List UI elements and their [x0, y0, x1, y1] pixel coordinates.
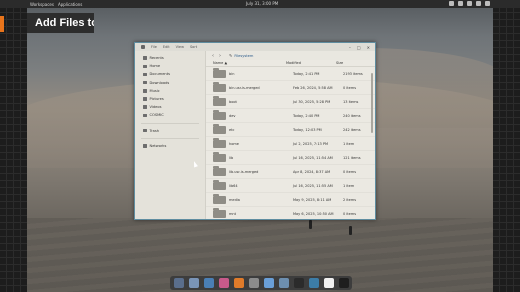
menu-sort[interactable]: Sort — [190, 45, 197, 49]
folder-icon — [213, 194, 226, 204]
table-row[interactable]: boot Jul 30, 2025, 5:28 PM 13 items — [206, 95, 375, 109]
text-editor-icon[interactable] — [279, 278, 289, 288]
battery-icon[interactable] — [476, 1, 481, 6]
sidebar-item-networks[interactable]: Networks — [135, 142, 205, 150]
breadcrumb-filesystem[interactable]: Filesystem — [234, 54, 253, 58]
path-bar: ‹ › ✎ Filesystem — [206, 51, 375, 60]
sidebar-item-downloads[interactable]: Downloads — [135, 79, 205, 87]
column-modified-header[interactable]: Modified — [286, 61, 336, 65]
app-icon[interactable] — [324, 278, 334, 288]
dock — [170, 276, 352, 290]
launcher-icon[interactable] — [174, 278, 184, 288]
forward-button[interactable]: › — [219, 53, 221, 59]
minimize-button[interactable]: – — [349, 45, 351, 50]
table-row[interactable]: etc Today, 12:03 PM 242 items — [206, 123, 375, 137]
files-icon[interactable] — [204, 278, 214, 288]
wallpaper-figure — [309, 220, 312, 229]
workspaces-button[interactable]: Workspaces — [30, 2, 54, 7]
home-icon[interactable] — [264, 278, 274, 288]
edit-location-icon[interactable]: ✎ — [229, 53, 232, 58]
folder-icon — [213, 110, 226, 120]
table-row[interactable]: mnt May 6, 2025, 10:50 AM 0 items — [206, 207, 375, 219]
breadcrumb[interactable]: ✎ Filesystem — [229, 53, 253, 58]
clock-icon — [143, 56, 147, 60]
folder-icon — [213, 180, 226, 190]
firefox-icon[interactable] — [234, 278, 244, 288]
picture-icon — [143, 97, 147, 101]
monitor-icon[interactable] — [339, 278, 349, 288]
sidebar-divider — [141, 137, 199, 139]
home-icon — [143, 64, 147, 69]
sidebar-item-cosmic[interactable]: COSMIC — [135, 111, 205, 119]
file-list: bin Today, 2:41 PM 2193 items bin.usr-is-m… — [206, 67, 375, 219]
clock[interactable]: July 31, 3:00 PM — [246, 1, 278, 6]
table-row[interactable]: bin Today, 2:41 PM 2193 items — [206, 67, 375, 81]
column-size-header[interactable]: Size — [336, 61, 366, 65]
menu-view[interactable]: View — [176, 45, 184, 49]
notification-icon[interactable] — [449, 1, 454, 6]
table-row[interactable]: bin.usr-is-merged Feb 26, 2024, 5:58 AM 0 … — [206, 81, 375, 95]
folder-icon — [213, 138, 226, 148]
menu-file[interactable]: File — [151, 45, 157, 49]
network-icon[interactable] — [458, 1, 463, 6]
scrollbar[interactable] — [371, 73, 373, 133]
column-headers: Name ▲ Modified Size — [206, 60, 375, 67]
folder-icon — [213, 152, 226, 162]
workspaces-icon[interactable] — [189, 278, 199, 288]
folder-icon — [213, 68, 226, 78]
table-row[interactable]: lib.usr-is-merged Apr 8, 2024, 8:37 AM 0 i… — [206, 165, 375, 179]
system-tray — [449, 1, 490, 6]
sidebar-divider — [141, 122, 199, 124]
folder-icon — [213, 208, 226, 218]
left-pattern-border — [0, 0, 27, 292]
table-row[interactable]: home Jul 2, 2025, 7:13 PM 1 item — [206, 137, 375, 151]
store-icon[interactable] — [219, 278, 229, 288]
file-list-pane: ‹ › ✎ Filesystem Name ▲ Modified Size bi… — [206, 51, 375, 219]
video-icon — [143, 105, 147, 109]
volume-icon[interactable] — [467, 1, 472, 6]
wallpaper-figure — [349, 226, 352, 235]
table-row[interactable]: lib64 Jul 16, 2025, 11:55 AM 1 item — [206, 179, 375, 193]
column-name-header[interactable]: Name ▲ — [206, 61, 286, 65]
sidebar-item-music[interactable]: Music — [135, 87, 205, 95]
orange-accent-tab — [0, 16, 4, 32]
folder-icon — [213, 96, 226, 106]
applications-button[interactable]: Applications — [58, 2, 82, 7]
close-button[interactable]: ✕ — [367, 45, 370, 50]
file-manager-window: File Edit View Sort – □ ✕ Recents Home D… — [134, 42, 376, 220]
help-icon[interactable] — [309, 278, 319, 288]
sidebar-item-pictures[interactable]: Pictures — [135, 95, 205, 103]
settings-icon[interactable] — [249, 278, 259, 288]
table-row[interactable]: dev Today, 2:40 PM 240 items — [206, 109, 375, 123]
power-icon[interactable] — [485, 1, 490, 6]
sidebar-item-trash[interactable]: Trash — [135, 127, 205, 135]
table-row[interactable]: media May 9, 2025, 8:11 AM 2 items — [206, 193, 375, 207]
right-pattern-border — [493, 0, 520, 292]
top-panel: Workspaces Applications July 31, 3:00 PM — [0, 0, 520, 8]
folder-icon — [143, 113, 147, 118]
document-icon — [143, 72, 147, 77]
folder-icon — [213, 166, 226, 176]
sidebar-item-home[interactable]: Home — [135, 62, 205, 70]
maximize-button[interactable]: □ — [357, 45, 361, 50]
back-button[interactable]: ‹ — [212, 53, 214, 59]
folder-icon — [213, 82, 226, 92]
sidebar-item-videos[interactable]: Videos — [135, 103, 205, 111]
music-icon — [143, 89, 147, 93]
menu-edit[interactable]: Edit — [163, 45, 170, 49]
trash-icon — [143, 128, 147, 133]
network-icon — [143, 144, 147, 148]
folder-icon — [213, 124, 226, 134]
tutorial-title-banner: Add Files to — [27, 13, 94, 33]
sidebar-item-documents[interactable]: Documents — [135, 70, 205, 78]
download-icon — [143, 80, 147, 85]
terminal-icon[interactable] — [294, 278, 304, 288]
sidebar-item-recents[interactable]: Recents — [135, 54, 205, 62]
files-app-icon — [141, 45, 145, 49]
sidebar: Recents Home Documents Downloads Music P… — [135, 51, 206, 219]
window-header: File Edit View Sort – □ ✕ — [135, 43, 375, 51]
table-row[interactable]: lib Jul 16, 2025, 11:54 AM 121 items — [206, 151, 375, 165]
